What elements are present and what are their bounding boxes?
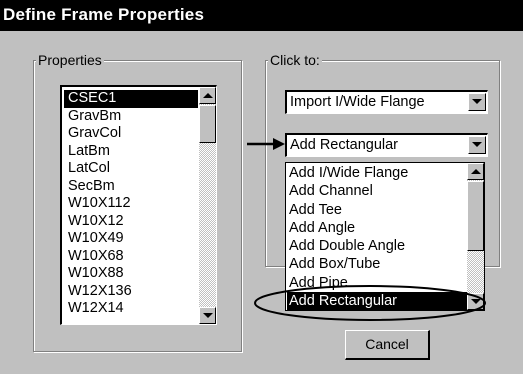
- scroll-down-button[interactable]: [199, 307, 216, 324]
- properties-list-item[interactable]: W12X14: [64, 300, 198, 318]
- annotation-arrow-icon: [247, 138, 285, 150]
- properties-list-item[interactable]: W10X12: [64, 213, 198, 231]
- import-section-combo[interactable]: Import I/Wide Flange: [285, 90, 488, 114]
- click-to-group-label: Click to:: [268, 52, 322, 68]
- add-section-combo[interactable]: Add Rectangular: [285, 133, 488, 157]
- annotation-ellipse: [254, 285, 486, 321]
- arrow-down-icon: [203, 313, 213, 318]
- properties-scrollbar[interactable]: [199, 87, 216, 324]
- import-combo-dropdown-button[interactable]: [468, 93, 486, 111]
- properties-list-item[interactable]: W10X88: [64, 265, 198, 283]
- dropdown-scroll-up-button[interactable]: [467, 163, 484, 180]
- properties-list-item[interactable]: W10X112: [64, 195, 198, 213]
- dropdown-option[interactable]: Add Double Angle: [287, 237, 467, 255]
- chevron-down-icon: [472, 99, 482, 104]
- dialog-title: Define Frame Properties: [3, 5, 205, 24]
- title-bar: Define Frame Properties: [0, 0, 523, 31]
- properties-list-item[interactable]: GravCol: [64, 125, 198, 143]
- dropdown-option[interactable]: Add Tee: [287, 201, 467, 219]
- dropdown-option[interactable]: Add Box/Tube: [287, 255, 467, 273]
- properties-list-item[interactable]: LatBm: [64, 143, 198, 161]
- properties-list-item[interactable]: W10X68: [64, 248, 198, 266]
- properties-list-item[interactable]: LatCol: [64, 160, 198, 178]
- cancel-button[interactable]: Cancel: [345, 330, 430, 360]
- properties-listbox[interactable]: CSEC1 GravBm GravCol LatBm LatCol SecBm W10X11…: [60, 85, 217, 325]
- arrow-up-icon: [203, 93, 213, 98]
- scroll-up-button[interactable]: [199, 87, 216, 104]
- properties-list-item[interactable]: W10X49: [64, 230, 198, 248]
- cancel-button-label: Cancel: [365, 336, 409, 352]
- properties-list-item[interactable]: GravBm: [64, 108, 198, 126]
- dropdown-scroll-thumb[interactable]: [467, 181, 484, 251]
- scroll-thumb[interactable]: [199, 105, 216, 143]
- define-frame-properties-dialog: Define Frame Properties Properties CSEC1…: [0, 0, 523, 374]
- add-combo-dropdown-button[interactable]: [468, 136, 486, 154]
- properties-list-item[interactable]: W12X136: [64, 283, 198, 301]
- chevron-down-icon: [472, 142, 482, 147]
- dropdown-option[interactable]: Add Channel: [287, 182, 467, 200]
- dropdown-option[interactable]: Add I/Wide Flange: [287, 164, 467, 182]
- properties-list-items: CSEC1 GravBm GravCol LatBm LatCol SecBm W10X11…: [64, 90, 198, 318]
- import-combo-value: Import I/Wide Flange: [290, 94, 425, 110]
- properties-group-label: Properties: [36, 52, 104, 68]
- dropdown-option[interactable]: Add Angle: [287, 219, 467, 237]
- add-combo-value: Add Rectangular: [290, 137, 399, 153]
- properties-list-item[interactable]: SecBm: [64, 178, 198, 196]
- arrow-up-icon: [471, 169, 481, 174]
- properties-list-item[interactable]: CSEC1: [64, 90, 198, 108]
